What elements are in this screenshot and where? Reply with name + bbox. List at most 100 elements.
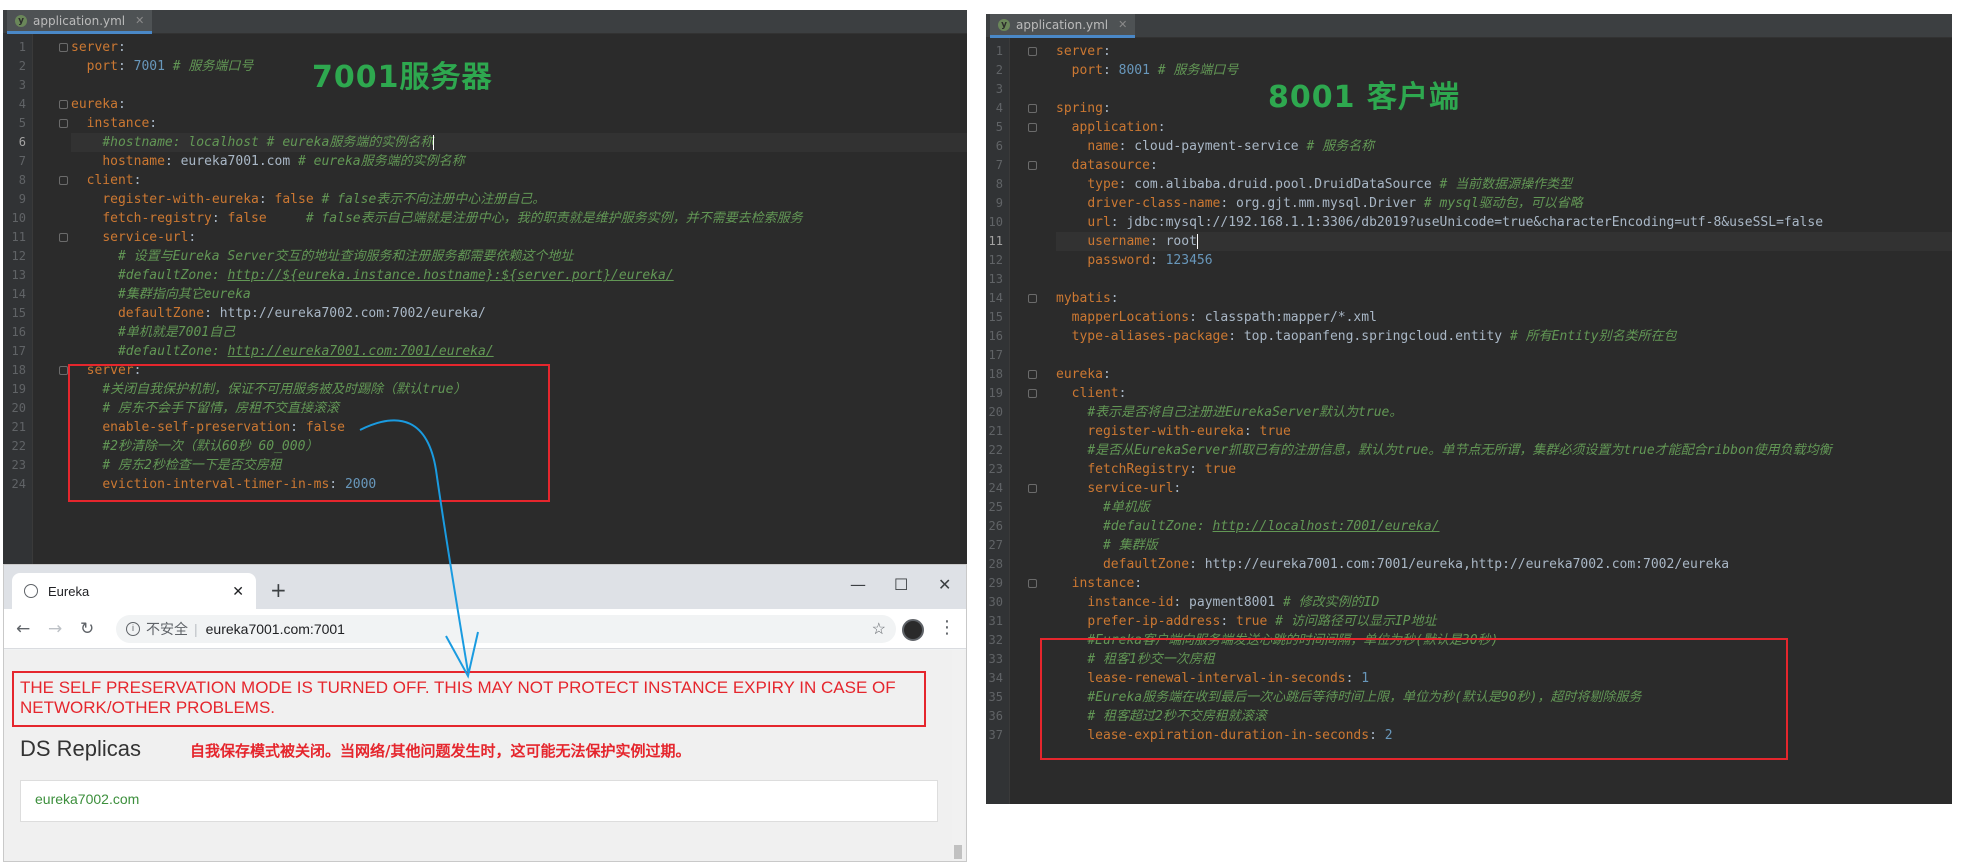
line-number: 20 <box>988 405 1003 419</box>
fold-marker-icon[interactable] <box>1028 294 1037 303</box>
code-line: register-with-eureka: true <box>1056 422 1952 441</box>
line-number: 12 <box>988 253 1003 267</box>
replica-link[interactable]: eureka7002.com <box>35 791 139 807</box>
editor-tab-application-yml[interactable]: y application.yml ✕ <box>7 10 153 34</box>
line-number: 18 <box>11 363 26 377</box>
info-icon[interactable]: i <box>126 622 140 636</box>
fold-marker-icon[interactable] <box>1028 161 1037 170</box>
profile-avatar[interactable] <box>902 619 924 641</box>
fold-marker-icon[interactable] <box>59 119 68 128</box>
yaml-text <box>1056 310 1072 325</box>
browser-tab-eureka[interactable]: Eureka ✕ <box>12 573 256 609</box>
fold-marker-icon[interactable] <box>59 176 68 185</box>
yaml-file-icon: y <box>998 18 1010 31</box>
yaml-text: : com.alibaba.druid.pool.DruidDataSource <box>1118 177 1440 192</box>
forward-arrow-icon[interactable]: → <box>48 619 62 639</box>
code-line: type: com.alibaba.druid.pool.DruidDataSo… <box>1056 175 1952 194</box>
fold-marker-icon[interactable] <box>59 233 68 242</box>
code-line: fetchRegistry: true <box>1056 460 1952 479</box>
line-number: 19 <box>11 382 26 396</box>
warning-translation-annotation: 自我保存模式被关闭。当网络/其他问题发生时，这可能无法保护实例过期。 <box>190 742 691 760</box>
reload-icon[interactable]: ↻ <box>80 619 94 639</box>
code-line: mapperLocations: classpath:mapper/*.xml <box>1056 308 1952 327</box>
yaml-text <box>1056 139 1087 154</box>
line-number: 6 <box>18 135 26 149</box>
fold-marker-icon[interactable] <box>1028 370 1037 379</box>
code-line: service-url: <box>71 228 967 247</box>
line-number: 30 <box>988 595 1003 609</box>
yaml-text: : <box>1110 291 1119 306</box>
code-line: type-aliases-package: top.taopanfeng.spr… <box>1056 327 1952 346</box>
yaml-text <box>71 211 102 226</box>
line-number: 8 <box>18 173 26 187</box>
minimize-icon[interactable]: — <box>850 575 866 594</box>
fold-marker-icon[interactable] <box>1028 484 1037 493</box>
client-8001-label: 8001 客户端 <box>1268 80 1460 115</box>
yaml-text: : <box>133 173 142 188</box>
eureka-page: THE SELF PRESERVATION MODE IS TURNED OFF… <box>4 650 966 861</box>
code-line: driver-class-name: org.gjt.mm.mysql.Driv… <box>1056 194 1952 213</box>
line-number: 29 <box>988 576 1003 590</box>
address-separator: | <box>194 621 198 637</box>
fold-marker-icon[interactable] <box>1028 47 1037 56</box>
fold-marker-icon[interactable] <box>1028 579 1037 588</box>
yaml-key: datasource <box>1071 158 1150 173</box>
line-number: 9 <box>995 196 1003 210</box>
server-config-highlight-box <box>68 364 550 502</box>
maximize-icon[interactable]: ☐ <box>894 575 908 594</box>
yaml-text <box>1056 158 1072 173</box>
scrollbar-thumb[interactable] <box>954 845 962 859</box>
editor-tab-application-yml[interactable]: y application.yml ✕ <box>990 14 1136 38</box>
yaml-text: : classpath:mapper/*.xml <box>1189 310 1377 325</box>
yaml-key: hostname <box>102 154 165 169</box>
yaml-comment: # 集群版 <box>1102 538 1158 553</box>
yaml-text <box>1056 576 1072 591</box>
code-line: defaultZone: http://eureka7001.com:7001/… <box>1056 555 1952 574</box>
fold-marker-icon[interactable] <box>59 100 68 109</box>
yaml-text: : <box>211 211 228 226</box>
yaml-text: : <box>149 116 158 131</box>
fold-marker-icon[interactable] <box>1028 104 1037 113</box>
yaml-key: false <box>274 192 314 207</box>
yaml-text: : <box>1220 614 1237 629</box>
fold-marker-icon[interactable] <box>1028 389 1037 398</box>
yaml-key: true <box>1259 424 1291 439</box>
yaml-comment: #defaultZone: <box>117 344 228 359</box>
close-tab-icon[interactable]: ✕ <box>1118 18 1127 31</box>
line-number: 21 <box>11 420 26 434</box>
code-line: defaultZone: http://eureka7002.com:7002/… <box>71 304 967 323</box>
back-arrow-icon[interactable]: ← <box>16 619 30 639</box>
fold-marker-icon[interactable] <box>59 43 68 52</box>
close-tab-icon[interactable]: ✕ <box>135 14 144 27</box>
yaml-key: false <box>227 211 267 226</box>
more-menu-icon[interactable]: ⋮ <box>938 617 956 638</box>
close-tab-icon[interactable]: ✕ <box>232 583 244 600</box>
yaml-comment: #表示是否将自己注册进EurekaServer默认为true。 <box>1087 405 1403 420</box>
yaml-comment: #defaultZone: <box>117 268 228 283</box>
code-line: spring: <box>1056 99 1952 118</box>
yaml-comment: #defaultZone: <box>1102 519 1213 534</box>
line-number: 4 <box>18 97 26 111</box>
yaml-text: : <box>1102 367 1111 382</box>
new-tab-button[interactable]: + <box>270 578 287 602</box>
line-number: 5 <box>995 120 1003 134</box>
yaml-comment: # mysql驱动包，可以省略 <box>1423 196 1583 211</box>
page-scrollbar[interactable] <box>952 650 964 861</box>
address-bar[interactable]: i 不安全 | eureka7001.com:7001 ☆ <box>116 615 896 643</box>
code-line: register-with-eureka: false # false表示不向注… <box>71 190 967 209</box>
code-line: #单机版 <box>1056 498 1952 517</box>
yaml-text <box>1150 63 1158 78</box>
yaml-key: eureka <box>71 97 118 112</box>
line-number: 17 <box>988 348 1003 362</box>
fold-marker-icon[interactable] <box>1028 123 1037 132</box>
fold-marker-icon[interactable] <box>59 366 68 375</box>
bookmark-star-icon[interactable]: ☆ <box>872 619 886 639</box>
code-line: #单机就是7001自己 <box>71 323 967 342</box>
yaml-key: driver-class-name <box>1087 196 1221 211</box>
yaml-key: client <box>86 173 134 188</box>
yaml-comment: #集群指向其它eureka <box>117 287 251 302</box>
line-number: 10 <box>11 211 26 225</box>
line-number: 34 <box>988 671 1003 685</box>
close-window-icon[interactable]: ✕ <box>938 575 951 594</box>
code-line: datasource: <box>1056 156 1952 175</box>
